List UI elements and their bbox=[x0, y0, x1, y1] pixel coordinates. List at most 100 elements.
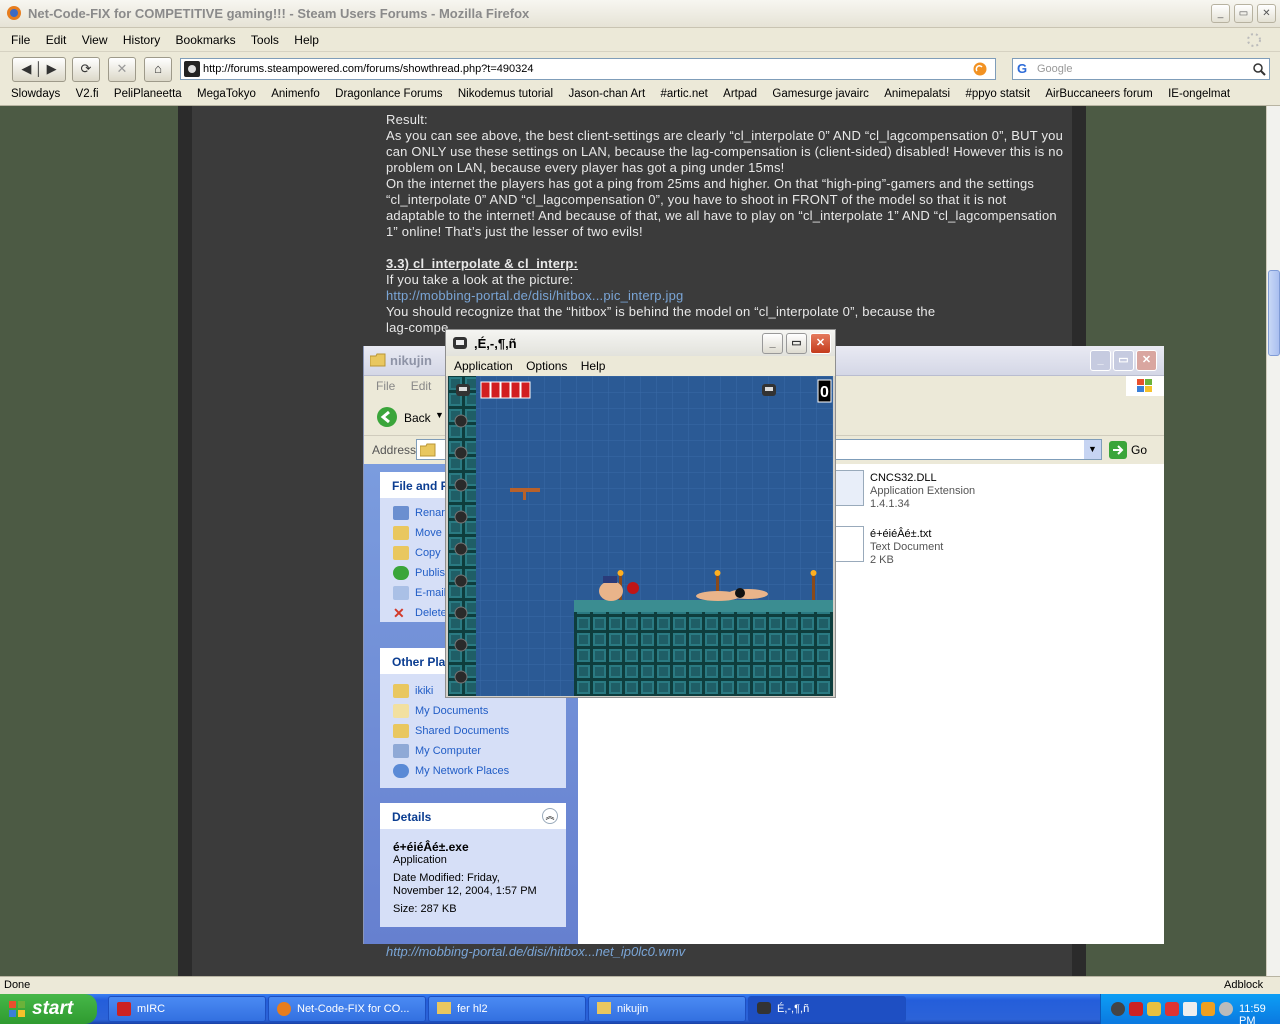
adblock-button[interactable]: Adblock bbox=[1224, 979, 1263, 991]
power-icon[interactable] bbox=[1201, 1002, 1215, 1016]
page-scrollbar[interactable] bbox=[1266, 106, 1280, 976]
back-arrow-icon[interactable]: ◀ bbox=[21, 61, 31, 76]
task-label[interactable]: E-mail bbox=[415, 587, 446, 599]
bookmark-item[interactable]: MegaTokyo bbox=[191, 86, 262, 100]
reload-button[interactable]: ⟳ bbox=[72, 57, 100, 82]
antivirus-icon[interactable] bbox=[1129, 1002, 1143, 1016]
chevron-down-icon[interactable]: ▼ bbox=[435, 410, 444, 420]
menu-edit[interactable]: Edit bbox=[40, 28, 73, 47]
place-label[interactable]: My Network Places bbox=[415, 765, 509, 777]
place-my-computer[interactable]: My Computer bbox=[380, 742, 566, 762]
menu-history[interactable]: History bbox=[117, 28, 166, 47]
taskbar-item-folder[interactable]: fer hl2 bbox=[428, 996, 586, 1022]
search-icon[interactable] bbox=[1253, 63, 1266, 76]
file-item[interactable]: é+éiéÂé±.txt Text Document 2 KB bbox=[832, 524, 1112, 568]
menu-application[interactable]: Application bbox=[446, 356, 518, 373]
place-shared-documents[interactable]: Shared Documents bbox=[380, 722, 566, 742]
task-label[interactable]: mIRC bbox=[137, 1003, 165, 1015]
place-label[interactable]: ikiki bbox=[415, 685, 433, 697]
clock[interactable]: 11:59 PM bbox=[1239, 1003, 1280, 1024]
task-label[interactable]: Publisl bbox=[415, 567, 447, 579]
place-label[interactable]: Shared Documents bbox=[415, 725, 509, 737]
security-shield-icon[interactable] bbox=[1147, 1002, 1161, 1016]
back-button-label[interactable]: Back bbox=[404, 411, 431, 425]
bookmark-item[interactable]: Gamesurge javairc bbox=[766, 86, 875, 100]
bookmark-item[interactable]: Animenfo bbox=[265, 86, 326, 100]
close-button[interactable]: ✕ bbox=[810, 333, 831, 354]
task-label[interactable]: Net-Code-FIX for CO... bbox=[297, 1003, 409, 1015]
panel-header[interactable]: Details bbox=[380, 803, 566, 829]
file-item[interactable]: CNCS32.DLL Application Extension 1.4.1.3… bbox=[832, 468, 1112, 512]
hitbox-video-link[interactable]: http://mobbing-portal.de/disi/hitbox...n… bbox=[386, 944, 685, 959]
rss-feed-icon[interactable] bbox=[973, 62, 987, 76]
bookmark-item[interactable]: Dragonlance Forums bbox=[329, 86, 448, 100]
menu-view[interactable]: View bbox=[76, 28, 114, 47]
driver-icon[interactable] bbox=[1183, 1002, 1197, 1016]
bookmark-item[interactable]: #ppyo statsit bbox=[959, 86, 1036, 100]
bookmark-item[interactable]: Slowdays bbox=[0, 86, 66, 100]
back-arrow-icon[interactable] bbox=[376, 406, 398, 428]
start-button[interactable]: start bbox=[0, 994, 97, 1024]
taskbar-item-game[interactable]: É,-,¶,ñ bbox=[748, 996, 906, 1022]
task-label[interactable]: Move bbox=[415, 527, 442, 539]
close-button[interactable]: ✕ bbox=[1136, 350, 1157, 371]
minimize-button[interactable]: _ bbox=[1211, 4, 1230, 23]
bookmark-item[interactable]: #artic.net bbox=[655, 86, 714, 100]
go-arrow-icon[interactable] bbox=[1109, 441, 1127, 459]
bookmark-item[interactable]: Animepalatsi bbox=[878, 86, 956, 100]
task-label[interactable]: Renar bbox=[415, 507, 445, 519]
minimize-button[interactable]: _ bbox=[1090, 350, 1111, 371]
taskbar-item-firefox[interactable]: Net-Code-FIX for CO... bbox=[268, 996, 426, 1022]
search-bar[interactable]: G Google bbox=[1012, 58, 1270, 80]
menu-file[interactable]: File bbox=[0, 28, 36, 47]
bookmark-item[interactable]: Artpad bbox=[717, 86, 763, 100]
home-button[interactable]: ⌂ bbox=[144, 57, 172, 82]
go-button[interactable]: Go bbox=[1131, 443, 1147, 457]
minimize-button[interactable]: _ bbox=[762, 333, 783, 354]
shield-icon[interactable] bbox=[1165, 1002, 1179, 1016]
place-label[interactable]: My Computer bbox=[415, 745, 481, 757]
bookmark-item[interactable]: AirBuccaneers forum bbox=[1039, 86, 1158, 100]
back-forward-buttons[interactable]: ◀ │ ▶ bbox=[12, 57, 66, 82]
menu-bookmarks[interactable]: Bookmarks bbox=[170, 28, 242, 47]
place-network[interactable]: My Network Places bbox=[380, 762, 566, 782]
volume-icon[interactable] bbox=[1219, 1002, 1233, 1016]
file-type: Application Extension bbox=[870, 485, 976, 497]
start-label[interactable]: start bbox=[32, 998, 73, 1019]
scrollbar-thumb[interactable] bbox=[1268, 270, 1280, 356]
bookmark-item[interactable]: Nikodemus tutorial bbox=[452, 86, 559, 100]
chevron-down-icon[interactable]: ▼ bbox=[1084, 440, 1101, 459]
stop-button[interactable]: ✕ bbox=[108, 57, 136, 82]
menu-file[interactable]: File bbox=[364, 376, 401, 393]
bookmark-item[interactable]: IE-ongelmat bbox=[1162, 86, 1236, 100]
menu-tools[interactable]: Tools bbox=[245, 28, 285, 47]
menu-edit[interactable]: Edit bbox=[405, 376, 438, 393]
menu-help[interactable]: Help bbox=[576, 356, 611, 373]
task-label[interactable]: nikujin bbox=[617, 1003, 648, 1015]
task-label[interactable]: Copy bbox=[415, 547, 441, 559]
maximize-button[interactable]: ▭ bbox=[1234, 4, 1253, 23]
collapse-chevron-icon[interactable]: ︽ bbox=[542, 808, 558, 824]
hitbox-image-link[interactable]: http://mobbing-portal.de/disi/hitbox...p… bbox=[386, 288, 1068, 304]
close-button[interactable]: ✕ bbox=[1257, 4, 1276, 23]
task-label[interactable]: Delete bbox=[415, 607, 447, 619]
game-screen[interactable]: 0 bbox=[448, 376, 833, 696]
taskbar-item-mirc[interactable]: mIRC bbox=[108, 996, 266, 1022]
maximize-button[interactable]: ▭ bbox=[1113, 350, 1134, 371]
menu-options[interactable]: Options bbox=[521, 356, 572, 373]
place-label[interactable]: My Documents bbox=[415, 705, 488, 717]
bookmark-item[interactable]: V2.fi bbox=[70, 86, 105, 100]
forward-arrow-icon[interactable]: ▶ bbox=[47, 61, 57, 76]
bookmark-item[interactable]: Jason-chan Art bbox=[562, 86, 651, 100]
maximize-button[interactable]: ▭ bbox=[786, 333, 807, 354]
url-text[interactable]: http://forums.steampowered.com/forums/sh… bbox=[203, 63, 534, 75]
menu-help[interactable]: Help bbox=[288, 28, 325, 47]
url-bar[interactable]: http://forums.steampowered.com/forums/sh… bbox=[180, 58, 996, 80]
bookmark-item[interactable]: PeliPlaneetta bbox=[108, 86, 188, 100]
place-my-documents[interactable]: My Documents bbox=[380, 702, 566, 722]
tray-app-icon[interactable] bbox=[1111, 1002, 1125, 1016]
google-engine-icon[interactable]: G bbox=[1017, 61, 1027, 76]
taskbar-item-nikujin[interactable]: nikujin bbox=[588, 996, 746, 1022]
task-label[interactable]: fer hl2 bbox=[457, 1003, 488, 1015]
task-label[interactable]: É,-,¶,ñ bbox=[777, 1003, 809, 1015]
